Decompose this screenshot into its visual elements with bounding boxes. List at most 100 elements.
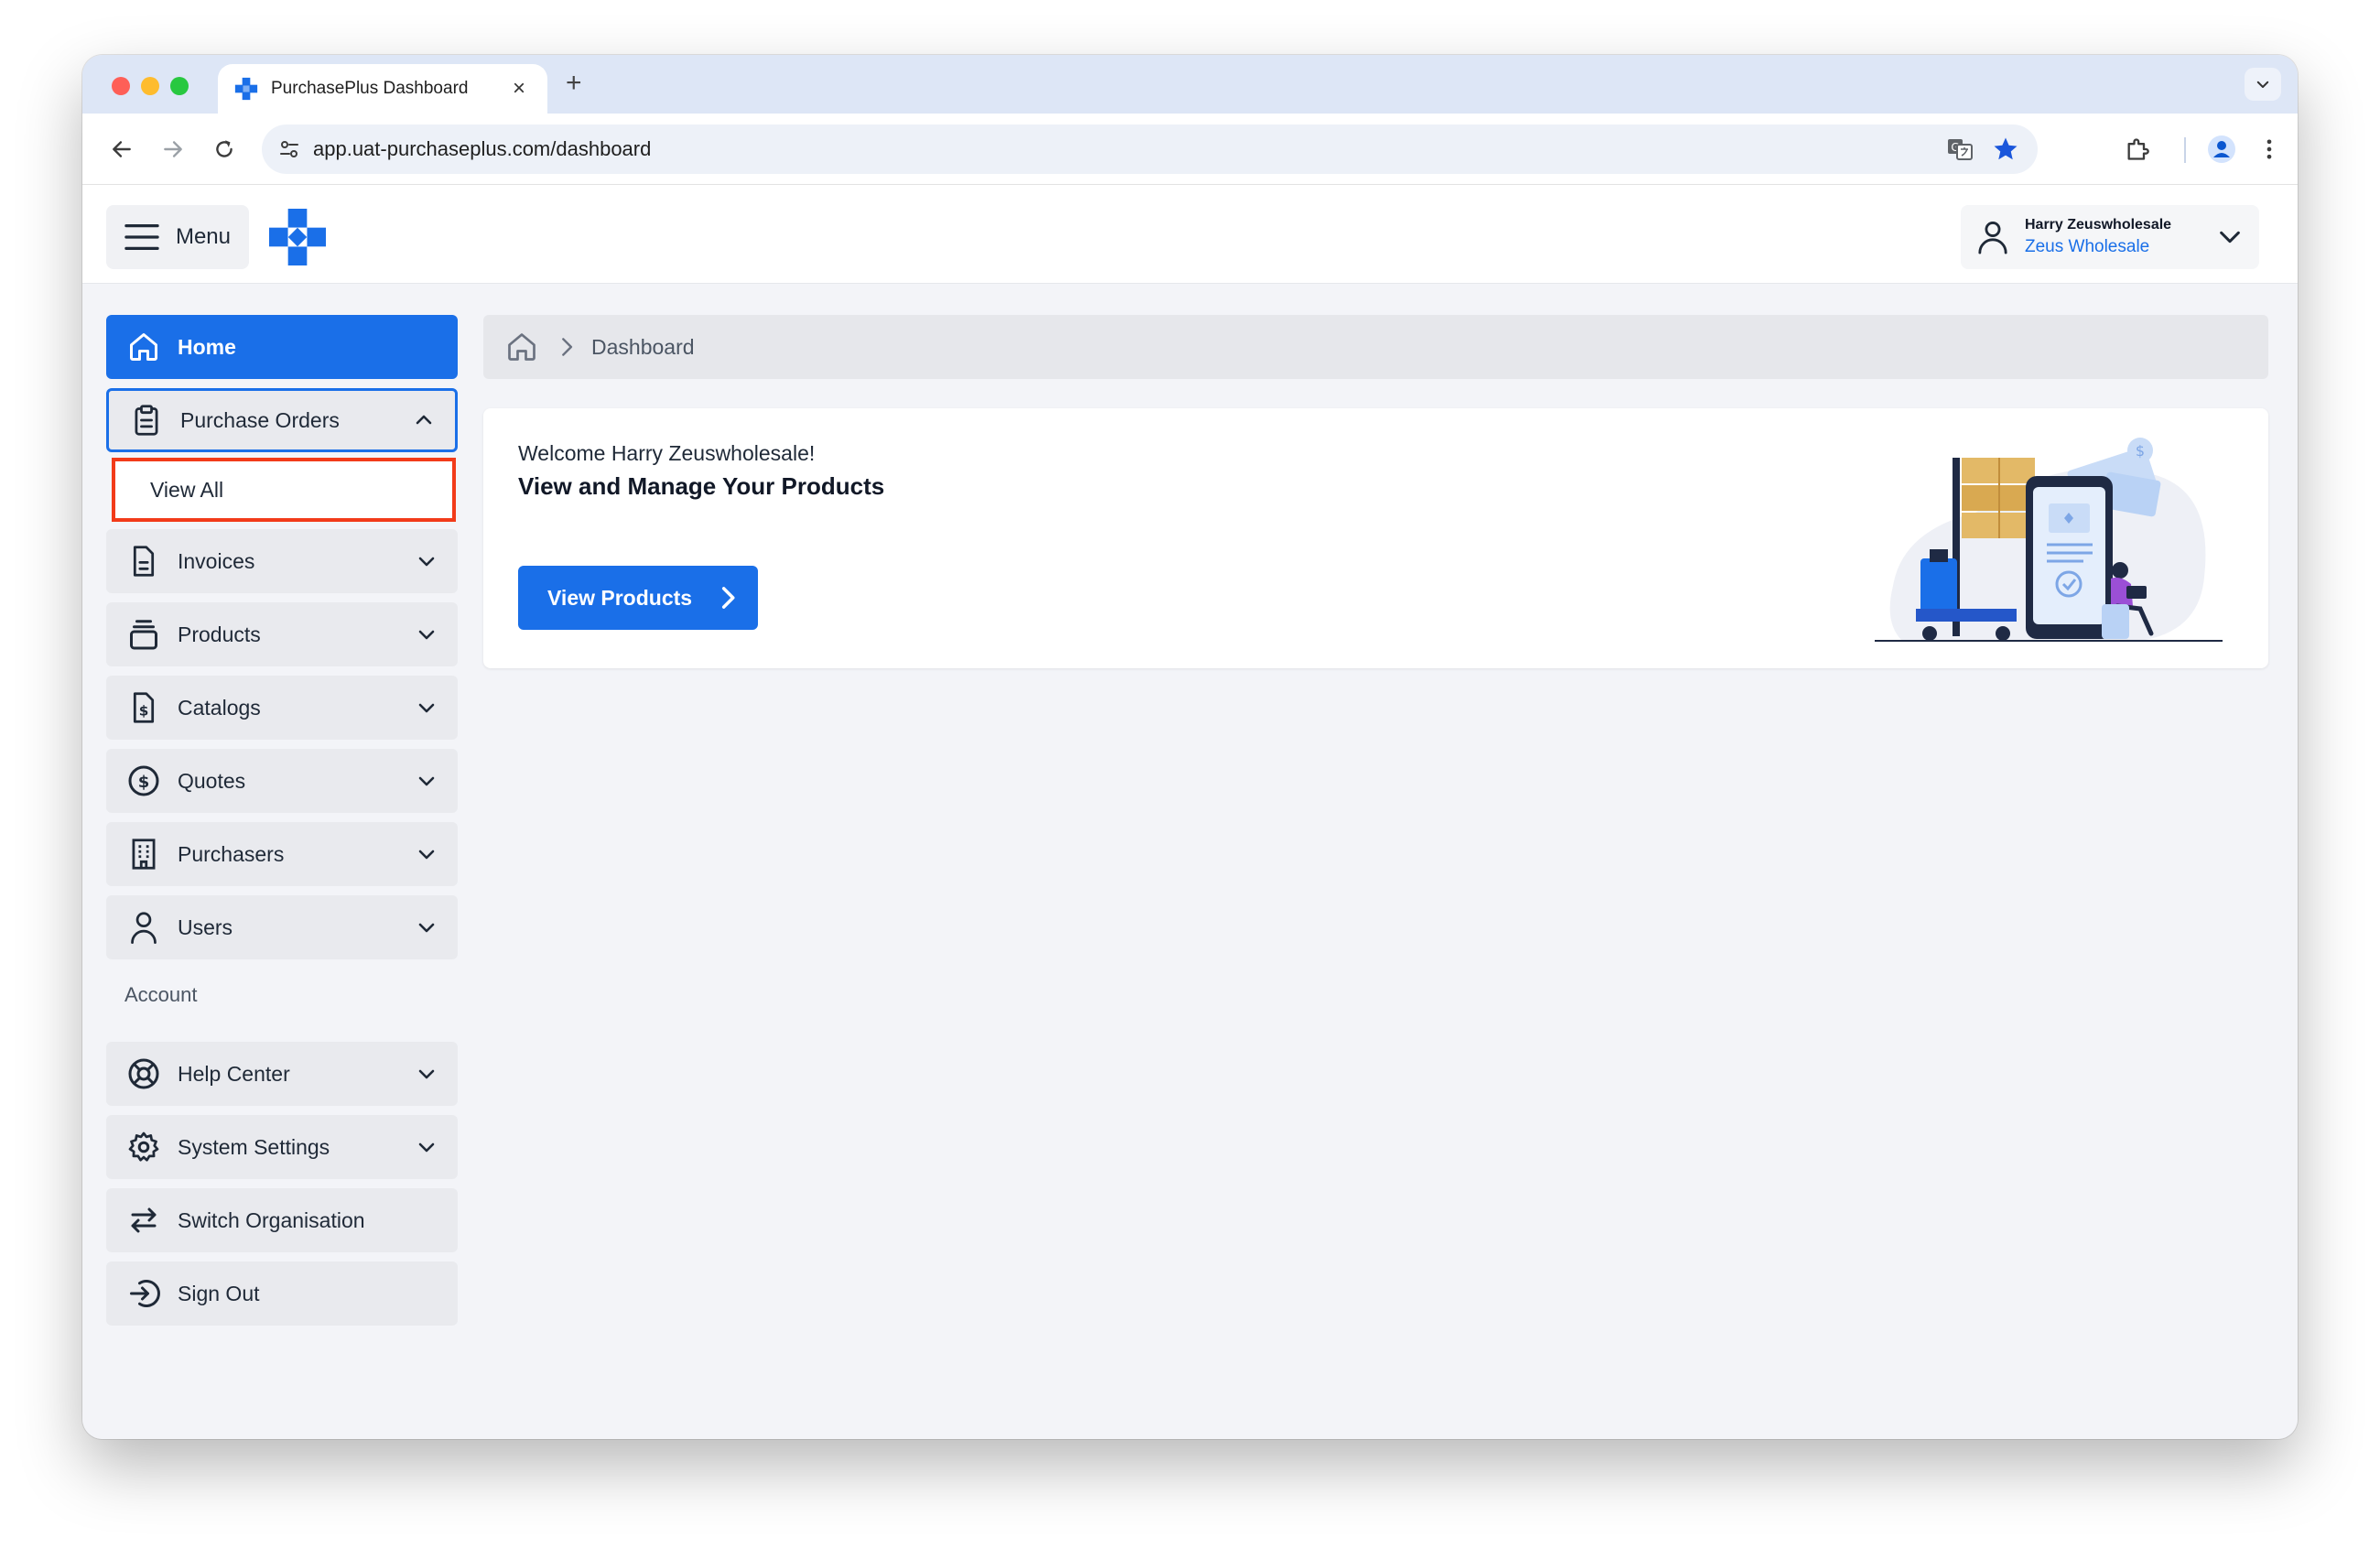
browser-window: PurchasePlus Dashboard × + app.uat-purch… xyxy=(82,55,2298,1439)
breadcrumb-current: Dashboard xyxy=(591,334,695,359)
dollar-document-icon: $ xyxy=(126,690,161,725)
svg-text:$: $ xyxy=(2136,442,2145,460)
user-icon xyxy=(1978,222,2007,254)
chevron-right-icon xyxy=(558,337,575,357)
star-icon xyxy=(1994,137,2018,160)
user-account-button[interactable]: Harry Zeuswholesale Zeus Wholesale xyxy=(1961,205,2259,269)
bookmark-button[interactable] xyxy=(1990,134,2021,165)
chevron-down-icon xyxy=(414,622,439,647)
sidebar-item-label: Switch Organisation xyxy=(178,1207,365,1232)
user-name: Harry Zeuswholesale xyxy=(2025,217,2172,233)
forward-button[interactable] xyxy=(156,132,190,167)
profile-avatar-icon xyxy=(2208,135,2235,163)
sidebar-item-quotes[interactable]: $ Quotes xyxy=(106,749,458,813)
maximize-window-button[interactable] xyxy=(170,77,189,95)
url-text[interactable]: app.uat-purchaseplus.com/dashboard xyxy=(313,137,1930,161)
browser-toolbar: app.uat-purchaseplus.com/dashboard G xyxy=(82,114,2298,185)
chevron-down-icon xyxy=(414,768,439,794)
chevron-down-icon xyxy=(2220,231,2240,244)
chevron-down-icon xyxy=(414,915,439,940)
new-tab-button[interactable]: + xyxy=(566,70,582,97)
arrow-right-icon xyxy=(164,141,182,157)
sidebar-item-purchase-orders[interactable]: Purchase Orders xyxy=(106,388,458,452)
chevron-down-icon xyxy=(414,695,439,720)
tab-strip: PurchasePlus Dashboard × + xyxy=(82,55,2298,114)
lifebuoy-icon xyxy=(126,1056,161,1091)
welcome-heading: View and Manage Your Products xyxy=(518,472,885,500)
chevron-down-icon xyxy=(2256,81,2269,88)
sidebar-item-help-center[interactable]: Help Center xyxy=(106,1042,458,1106)
organisation-name: Zeus Wholesale xyxy=(2025,237,2150,256)
tab-title: PurchasePlus Dashboard xyxy=(271,79,469,98)
chevron-up-icon xyxy=(411,407,437,433)
page-content: Menu Harry Zeuswholesale Zeus Wholesale xyxy=(82,185,2298,1439)
tab-close-icon[interactable]: × xyxy=(507,78,531,100)
chevron-down-icon xyxy=(414,1061,439,1087)
chevron-right-icon xyxy=(721,587,735,609)
toolbar-divider xyxy=(2184,137,2186,163)
view-products-label: View Products xyxy=(547,585,693,610)
svg-text:$: $ xyxy=(139,702,149,719)
sidebar-item-label: Users xyxy=(178,915,233,939)
welcome-greeting: Welcome Harry Zeuswholesale! xyxy=(518,441,816,465)
view-products-button[interactable]: View Products xyxy=(518,566,758,630)
sidebar-item-catalogs[interactable]: $ Catalogs xyxy=(106,676,458,740)
purchaseplus-logo-icon[interactable] xyxy=(269,209,326,265)
sidebar-subitem-view-all-purchase-orders[interactable]: View All xyxy=(112,458,456,522)
sidebar-item-purchasers[interactable]: Purchasers xyxy=(106,822,458,886)
sidebar-item-system-settings[interactable]: System Settings xyxy=(106,1115,458,1179)
sidebar-item-label: Quotes xyxy=(178,768,246,793)
sidebar-item-home[interactable]: Home xyxy=(106,315,458,379)
address-bar[interactable]: app.uat-purchaseplus.com/dashboard G xyxy=(262,124,2038,174)
translate-button[interactable]: G xyxy=(1944,134,1975,165)
user-info: Harry Zeuswholesale Zeus Wholesale xyxy=(2025,217,2217,257)
sidebar-item-label: Home xyxy=(178,334,236,359)
sidebar-item-label: Catalogs xyxy=(178,695,261,720)
account-section-label: Account xyxy=(124,983,198,1006)
breadcrumb: Dashboard xyxy=(483,315,2268,379)
site-settings-icon xyxy=(280,141,298,157)
close-window-button[interactable] xyxy=(112,77,130,95)
app-header: Menu Harry Zeuswholesale Zeus Wholesale xyxy=(82,185,2298,284)
sidebar-subitem-label: View All xyxy=(150,477,224,502)
swap-arrows-icon xyxy=(126,1203,161,1238)
browser-tab-active[interactable]: PurchasePlus Dashboard × xyxy=(218,64,547,114)
translate-icon: G xyxy=(1948,139,1973,160)
menu-button[interactable]: Menu xyxy=(106,205,249,269)
reload-button[interactable] xyxy=(207,132,242,167)
profile-button[interactable] xyxy=(2204,132,2239,167)
sidebar-item-sign-out[interactable]: Sign Out xyxy=(106,1261,458,1326)
welcome-card: Welcome Harry Zeuswholesale! View and Ma… xyxy=(483,408,2268,668)
sidebar-item-products[interactable]: Products xyxy=(106,602,458,666)
clipboard-icon xyxy=(129,403,164,438)
sidebar-item-label: Purchasers xyxy=(178,841,285,866)
hamburger-menu-icon xyxy=(124,224,159,250)
building-icon xyxy=(126,837,161,871)
svg-text:$: $ xyxy=(138,773,150,792)
more-vertical-icon xyxy=(2266,139,2272,159)
back-button[interactable] xyxy=(104,132,139,167)
purchaseplus-favicon-icon xyxy=(234,77,258,101)
extensions-button[interactable] xyxy=(2120,132,2155,167)
puzzle-piece-icon xyxy=(2127,138,2149,160)
gear-icon xyxy=(126,1130,161,1164)
sidebar-item-switch-organisation[interactable]: Switch Organisation xyxy=(106,1188,458,1252)
menu-label: Menu xyxy=(175,224,231,249)
tab-search-button[interactable] xyxy=(2245,68,2281,101)
reload-icon xyxy=(216,140,233,157)
sidebar-item-label: Purchase Orders xyxy=(180,407,340,432)
browser-menu-button[interactable] xyxy=(2252,132,2287,167)
chevron-down-icon xyxy=(414,1134,439,1160)
arrow-left-icon xyxy=(113,141,131,157)
warehouse-illustration-icon: $ xyxy=(1875,438,2223,642)
sidebar-item-label: Help Center xyxy=(178,1061,290,1086)
sidebar-item-users[interactable]: Users xyxy=(106,895,458,959)
sidebar-item-label: Sign Out xyxy=(178,1281,260,1305)
breadcrumb-home-icon[interactable] xyxy=(505,330,538,363)
chevron-down-icon xyxy=(414,841,439,867)
sidebar-item-label: System Settings xyxy=(178,1134,330,1159)
sidebar-item-label: Invoices xyxy=(178,548,255,573)
sidebar-item-invoices[interactable]: Invoices xyxy=(106,529,458,593)
minimize-window-button[interactable] xyxy=(141,77,159,95)
stack-icon xyxy=(126,617,161,652)
